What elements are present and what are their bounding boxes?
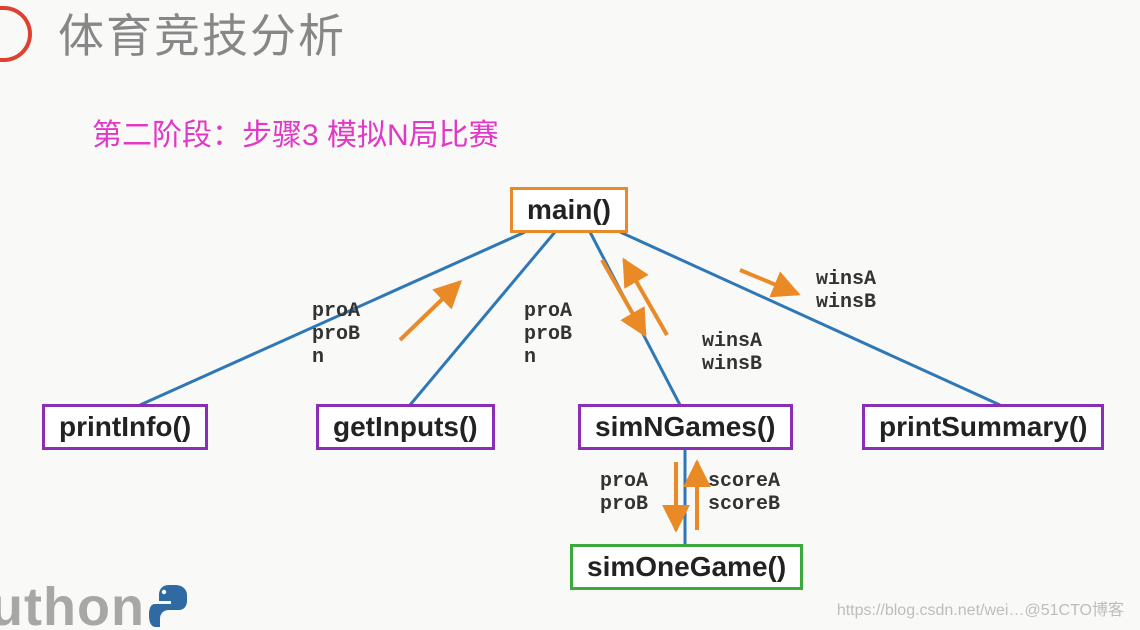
page-title: 体育竞技分析 <box>58 0 346 66</box>
node-printSummary: printSummary() <box>862 404 1104 450</box>
label-simOneGame-in: proA proB <box>600 470 648 516</box>
bullet-circle-icon <box>0 6 32 62</box>
label-printSummary-in: winsA winsB <box>816 268 876 314</box>
node-simNGames: simNGames() <box>578 404 793 450</box>
node-main: main() <box>510 187 628 233</box>
node-simOneGame: simOneGame() <box>570 544 803 590</box>
python-snake-icon <box>149 583 191 630</box>
title-row: 体育竞技分析 <box>0 0 346 66</box>
label-simNGames-in: proA proB n <box>524 300 572 369</box>
python-logo-watermark: uthon <box>0 576 191 630</box>
stage-subtitle: 第二阶段：步骤3 模拟N局比赛 <box>92 110 499 154</box>
label-getInputs-params: proA proB n <box>312 300 360 369</box>
node-printInfo: printInfo() <box>42 404 208 450</box>
node-getInputs: getInputs() <box>316 404 495 450</box>
label-simNGames-out: winsA winsB <box>702 330 762 376</box>
label-simOneGame-out: scoreA scoreB <box>708 470 780 516</box>
watermark-text: uthon <box>0 576 145 630</box>
credit-watermark: https://blog.csdn.net/wei…@51CTO博客 <box>837 596 1124 620</box>
